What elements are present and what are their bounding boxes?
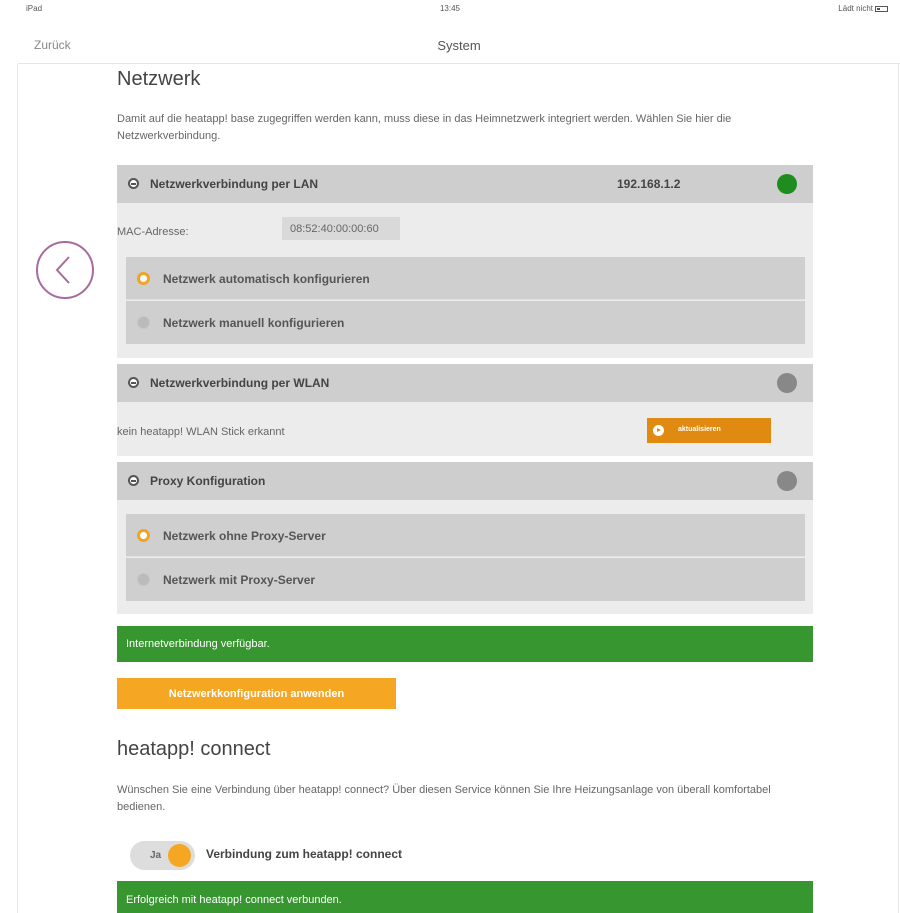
content-border-left [17, 64, 18, 913]
radio-label: Netzwerk mit Proxy-Server [163, 573, 316, 587]
mac-address-label: MAC-Adresse: [117, 226, 189, 238]
status-bar: iPad 13:45 Lädt nicht [0, 0, 900, 20]
radio-no-proxy[interactable]: Netzwerk ohne Proxy-Server [126, 514, 805, 557]
battery-icon [875, 6, 888, 12]
battery-text: Lädt nicht [838, 4, 873, 13]
connect-description: Wünschen Sie eine Verbindung über heatap… [117, 784, 771, 813]
connect-toggle-label: Verbindung zum heatapp! connect [206, 847, 403, 861]
proxy-section-label: Proxy Konfiguration [150, 474, 266, 488]
radio-label: Netzwerk ohne Proxy-Server [163, 529, 326, 543]
chevron-left-icon [55, 256, 70, 284]
mac-address-value: 08:52:40:00:00:60 [282, 217, 400, 240]
clock: 13:45 [439, 4, 461, 13]
lan-ip-address: 192.168.1.2 [617, 177, 681, 191]
collapse-icon [128, 178, 139, 189]
radio-manual-config[interactable]: Netzwerk manuell konfigurieren [126, 301, 805, 344]
lan-section-label: Netzwerkverbindung per LAN [150, 177, 319, 191]
collapse-icon [128, 475, 139, 486]
lan-status-indicator [777, 174, 797, 194]
proxy-panel: Netzwerk ohne Proxy-Server Netzwerk mit … [117, 500, 813, 614]
radio-label: Netzwerk manuell konfigurieren [163, 316, 345, 330]
internet-status-bar: Internetverbindung verfügbar. [117, 626, 813, 662]
navigation-bar: Zurück System [18, 28, 900, 64]
wlan-message: kein heatapp! WLAN Stick erkannt [117, 426, 285, 438]
network-heading: Netzwerk [117, 68, 201, 90]
radio-unselected-icon [137, 573, 150, 586]
wlan-section-label: Netzwerkverbindung per WLAN [150, 376, 330, 390]
play-arrow-icon [653, 425, 664, 436]
content-border-right [898, 64, 899, 913]
connect-heading: heatapp! connect [117, 738, 271, 760]
collapse-icon [128, 377, 139, 388]
radio-selected-icon [137, 529, 150, 542]
wlan-panel: kein heatapp! WLAN Stick erkannt aktuali… [117, 402, 813, 456]
connect-toggle[interactable]: Ja [130, 841, 195, 870]
radio-label: Netzwerk automatisch konfigurieren [163, 272, 370, 286]
back-circle-button[interactable] [36, 241, 94, 299]
network-description: Damit auf die heatapp! base zugegriffen … [117, 113, 732, 142]
update-button[interactable]: aktualisieren [647, 418, 771, 443]
proxy-section-header[interactable]: Proxy Konfiguration [117, 462, 813, 500]
apply-network-config-button[interactable]: Netzwerkkonfiguration anwenden [117, 678, 396, 709]
radio-unselected-icon [137, 316, 150, 329]
toggle-label: Ja [150, 850, 162, 861]
update-button-label: aktualisieren [678, 426, 721, 433]
lan-section-header[interactable]: Netzwerkverbindung per LAN 192.168.1.2 [117, 165, 813, 203]
radio-auto-config[interactable]: Netzwerk automatisch konfigurieren [126, 257, 805, 300]
battery-status: Lädt nicht [838, 4, 888, 13]
lan-panel: MAC-Adresse: 08:52:40:00:00:60 Netzwerk … [117, 203, 813, 358]
toggle-knob [168, 844, 191, 867]
proxy-status-indicator [777, 471, 797, 491]
wlan-section-header[interactable]: Netzwerkverbindung per WLAN [117, 364, 813, 402]
connect-status-bar: Erfolgreich mit heatapp! connect verbund… [117, 881, 813, 913]
radio-selected-icon [137, 272, 150, 285]
wlan-status-indicator [777, 373, 797, 393]
radio-with-proxy[interactable]: Netzwerk mit Proxy-Server [126, 558, 805, 601]
page-title: System [437, 38, 481, 53]
